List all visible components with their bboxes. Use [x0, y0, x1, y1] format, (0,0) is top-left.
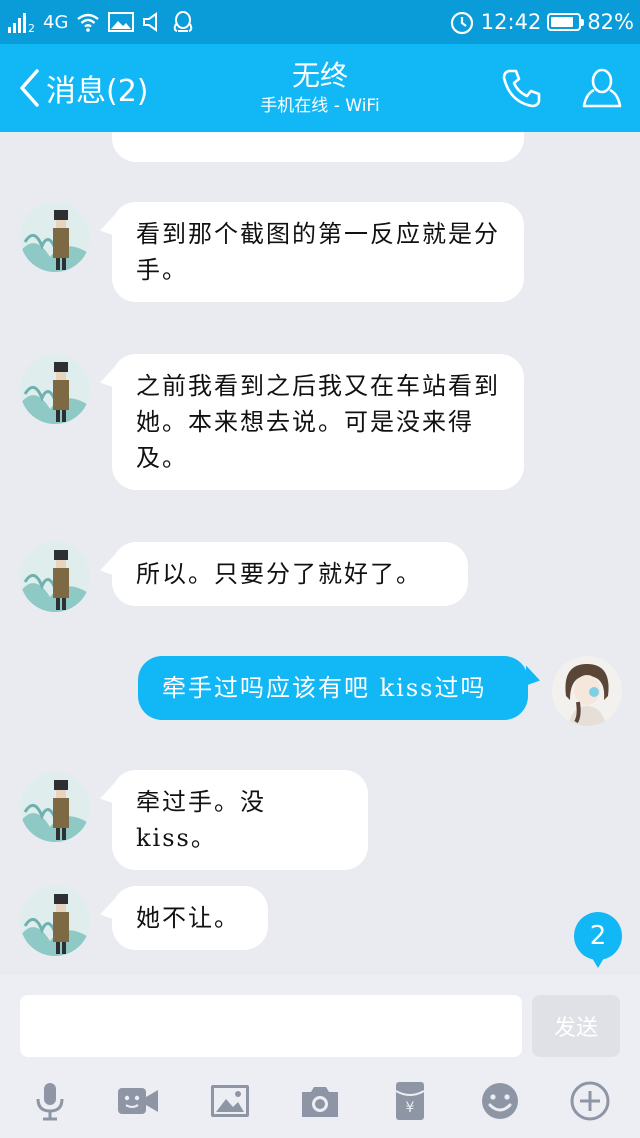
video-icon[interactable] [116, 1079, 160, 1123]
message-bubble[interactable]: 她不让。 [112, 886, 268, 950]
contact-avatar[interactable] [20, 886, 90, 956]
battery-icon [547, 13, 585, 31]
contact-avatar-image [20, 354, 90, 424]
message-text: 之前我看到之后我又在车站看到她。本来想去说。可是没来得及。 [136, 372, 500, 472]
message-bubble[interactable]: 牵过手。没kiss。 [112, 770, 368, 870]
message-bubble[interactable]: 看到那个截图的第一反应就是分手。 [112, 202, 524, 302]
status-bar: 2 4G 12:42 82% [0, 0, 640, 44]
image-notification-icon [108, 12, 135, 32]
contact-avatar-image [20, 542, 90, 612]
unread-count-badge[interactable]: 2 [574, 912, 622, 968]
message-text: 看到那个截图的第一反应就是分手。 [136, 220, 500, 284]
online-status: 手机在线 - WiFi [260, 96, 380, 116]
qq-icon [174, 11, 193, 32]
chat-header: 消息(2) 无终 手机在线 - WiFi [0, 44, 640, 132]
contact-avatar[interactable] [20, 354, 90, 424]
message-text: 牵手过吗应该有吧 kiss过吗 [162, 674, 487, 702]
red-packet-icon[interactable]: ¥ [388, 1079, 432, 1123]
message-text: 她不让。 [136, 904, 240, 932]
alarm-icon [450, 11, 473, 35]
microphone-icon[interactable] [28, 1079, 72, 1123]
message-text: 牵过手。没kiss。 [136, 788, 266, 852]
message-text: 所以。只要分了就好了。 [136, 560, 422, 588]
send-button[interactable]: 发送 [532, 995, 620, 1057]
emoji-icon[interactable] [478, 1079, 522, 1123]
camera-icon[interactable] [298, 1079, 342, 1123]
message-list[interactable]: 看到那个截图的第一反应就是分手。 之前我看到之后我又在车站看到她。本来想去说。可… [0, 132, 640, 975]
message-bubble[interactable]: 所以。只要分了就好了。 [112, 542, 468, 606]
contact-avatar-image [20, 202, 90, 272]
contact-avatar[interactable] [20, 202, 90, 272]
profile-icon[interactable] [580, 66, 624, 110]
message-bubble-outgoing[interactable]: 牵手过吗应该有吧 kiss过吗 [138, 656, 528, 720]
svg-text:¥: ¥ [406, 1100, 415, 1116]
message-input[interactable] [20, 995, 522, 1057]
composer-toolbar: ¥ [0, 1065, 640, 1138]
back-label: 消息(2) [46, 74, 149, 109]
network-type: 4G [43, 11, 69, 33]
clock-time: 12:42 [480, 10, 542, 34]
contact-avatar-image [20, 772, 90, 842]
contact-avatar[interactable] [20, 772, 90, 842]
battery-percent: 82% [587, 10, 634, 34]
message-bubble[interactable]: 之前我看到之后我又在车站看到她。本来想去说。可是没来得及。 [112, 354, 524, 490]
speaker-icon [143, 12, 158, 32]
composer: 发送 [0, 975, 640, 1065]
my-avatar-image [552, 656, 622, 726]
contact-name: 无终 [291, 59, 348, 92]
sim-slot: 2 [28, 21, 35, 35]
contact-avatar-image [20, 886, 90, 956]
signal-icon [8, 11, 26, 33]
back-button[interactable]: 消息(2) [18, 44, 149, 132]
phone-icon[interactable] [500, 66, 544, 110]
contact-avatar[interactable] [20, 542, 90, 612]
image-icon[interactable] [208, 1079, 252, 1123]
my-avatar[interactable] [552, 656, 622, 726]
message-bubble[interactable] [112, 132, 524, 162]
chevron-left-icon [20, 69, 39, 107]
wifi-icon [77, 13, 100, 32]
plus-icon[interactable] [568, 1079, 612, 1123]
